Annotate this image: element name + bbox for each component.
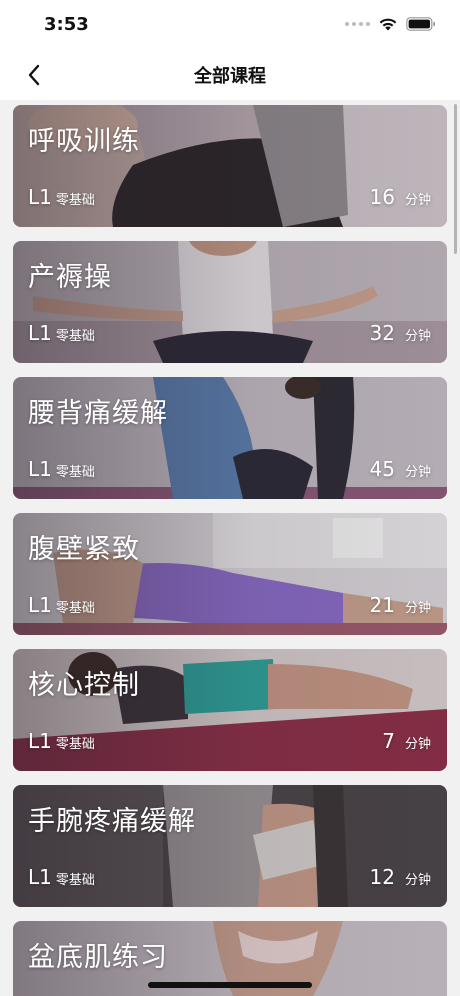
duration-value: 32 bbox=[369, 321, 395, 345]
scroll-indicator[interactable] bbox=[454, 104, 457, 254]
course-title: 产褥操 bbox=[28, 262, 112, 293]
course-card-postpartum[interactable]: 产褥操 L1 零基础 32 分钟 bbox=[13, 241, 447, 363]
status-time: 3:53 bbox=[44, 14, 89, 35]
signal-dots-icon bbox=[345, 14, 370, 34]
course-title: 盆底肌练习 bbox=[28, 942, 168, 973]
course-duration: 45 分钟 bbox=[370, 457, 431, 481]
duration-unit: 分钟 bbox=[404, 873, 431, 888]
duration-value: 7 bbox=[382, 729, 395, 753]
duration-value: 12 bbox=[369, 865, 395, 889]
home-indicator[interactable] bbox=[148, 982, 312, 988]
level-code: L1 bbox=[28, 185, 52, 209]
duration-unit: 分钟 bbox=[404, 329, 431, 344]
course-level: L1 零基础 bbox=[28, 865, 95, 889]
duration-value: 21 bbox=[369, 593, 395, 617]
course-level: L1 零基础 bbox=[28, 321, 95, 345]
duration-value: 45 bbox=[369, 457, 395, 481]
course-card-breathing[interactable]: 呼吸训练 L1 零基础 16 分钟 bbox=[13, 105, 447, 227]
page-title: 全部课程 bbox=[194, 66, 266, 87]
level-desc: 零基础 bbox=[55, 329, 95, 344]
course-duration: 16 分钟 bbox=[370, 185, 431, 209]
duration-value: 16 bbox=[369, 185, 395, 209]
duration-unit: 分钟 bbox=[404, 737, 431, 752]
course-list[interactable]: 呼吸训练 L1 零基础 16 分钟 产褥操 L1 零基础 32 分钟 腰背痛缓解… bbox=[0, 100, 460, 996]
course-level: L1 零基础 bbox=[28, 457, 95, 481]
course-level: L1 零基础 bbox=[28, 185, 95, 209]
level-desc: 零基础 bbox=[55, 193, 95, 208]
course-title: 核心控制 bbox=[28, 670, 140, 701]
course-duration: 21 分钟 bbox=[370, 593, 431, 617]
level-desc: 零基础 bbox=[55, 601, 95, 616]
duration-unit: 分钟 bbox=[404, 465, 431, 480]
level-code: L1 bbox=[28, 321, 52, 345]
course-title: 呼吸训练 bbox=[28, 126, 140, 157]
course-level: L1 零基础 bbox=[28, 593, 95, 617]
course-title: 腹壁紧致 bbox=[28, 534, 140, 565]
course-title: 腰背痛缓解 bbox=[28, 398, 168, 429]
nav-bar: 全部课程 bbox=[0, 50, 460, 100]
status-icons bbox=[345, 14, 436, 34]
status-bar: 3:53 bbox=[0, 0, 460, 50]
duration-unit: 分钟 bbox=[404, 193, 431, 208]
course-title: 手腕疼痛缓解 bbox=[28, 806, 196, 837]
level-desc: 零基础 bbox=[55, 465, 95, 480]
level-code: L1 bbox=[28, 457, 52, 481]
level-code: L1 bbox=[28, 729, 52, 753]
level-desc: 零基础 bbox=[55, 873, 95, 888]
course-duration: 7 分钟 bbox=[382, 729, 431, 753]
course-card-back-pain[interactable]: 腰背痛缓解 L1 零基础 45 分钟 bbox=[13, 377, 447, 499]
course-card-core[interactable]: 核心控制 L1 零基础 7 分钟 bbox=[13, 649, 447, 771]
duration-unit: 分钟 bbox=[404, 601, 431, 616]
course-duration: 32 分钟 bbox=[370, 321, 431, 345]
course-card-abdominal[interactable]: 腹壁紧致 L1 零基础 21 分钟 bbox=[13, 513, 447, 635]
level-desc: 零基础 bbox=[55, 737, 95, 752]
course-duration: 12 分钟 bbox=[370, 865, 431, 889]
battery-icon bbox=[406, 17, 435, 31]
level-code: L1 bbox=[28, 593, 52, 617]
wifi-icon bbox=[379, 18, 397, 31]
course-level: L1 零基础 bbox=[28, 729, 95, 753]
level-code: L1 bbox=[28, 865, 52, 889]
course-card-wrist[interactable]: 手腕疼痛缓解 L1 零基础 12 分钟 bbox=[13, 785, 447, 907]
